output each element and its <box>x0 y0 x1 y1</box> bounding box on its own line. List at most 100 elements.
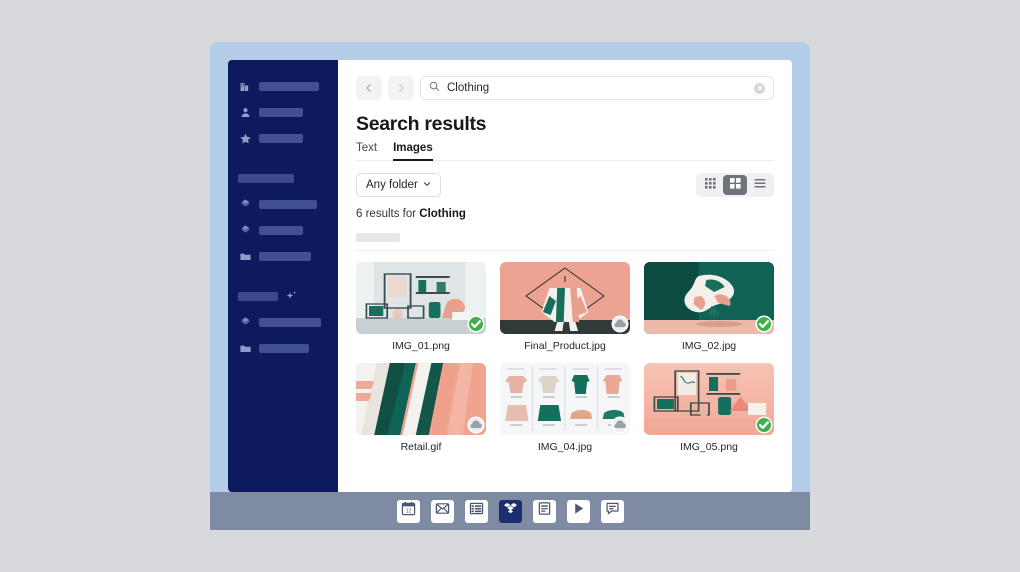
sidebar-item[interactable] <box>238 198 328 211</box>
folder-filter-label: Any folder <box>366 179 418 191</box>
image-result-card[interactable]: IMG_02.jpg <box>644 262 774 352</box>
search-icon <box>429 79 440 97</box>
star-icon <box>238 132 252 146</box>
building-icon <box>238 80 252 94</box>
search-input-value[interactable]: Clothing <box>447 82 747 94</box>
image-thumbnail[interactable] <box>356 262 486 334</box>
video-app[interactable] <box>566 499 590 523</box>
sidebar-item-label-bar <box>259 108 303 117</box>
large-grid-view[interactable] <box>723 175 747 195</box>
view-toggle-group <box>696 173 774 197</box>
image-result-card[interactable]: IMG_04.jpg <box>500 363 630 453</box>
sidebar-item-label-bar <box>259 82 319 91</box>
result-count: 6 results for Clothing <box>356 208 774 220</box>
app-window: Clothing Search results Text Images Any f… <box>228 60 792 492</box>
small-grid-view[interactable] <box>698 175 722 195</box>
page-title: Search results <box>356 113 487 135</box>
image-result-card[interactable]: IMG_01.png <box>356 262 486 352</box>
sidebar-item[interactable] <box>238 224 328 237</box>
check-circle-icon <box>469 317 483 331</box>
cloud-icon <box>469 418 483 432</box>
sidebar-item-label-bar <box>259 134 303 143</box>
sidebar-item-label-bar <box>259 252 311 261</box>
grid-small-icon <box>704 176 716 194</box>
sidebar-item[interactable] <box>238 250 328 263</box>
mail-icon <box>435 501 450 521</box>
calendar-icon: 12 <box>401 501 416 521</box>
docs-app[interactable] <box>532 499 556 523</box>
image-result-card[interactable]: IMG_05.png <box>644 363 774 453</box>
filter-row: Any folder <box>356 173 774 197</box>
cloud-icon <box>613 317 627 331</box>
sidebar-item-label-bar <box>259 344 309 353</box>
dropbox-diamond-icon <box>238 198 252 212</box>
sidebar-item[interactable] <box>238 80 328 93</box>
sidebar <box>228 60 338 492</box>
image-thumbnail[interactable] <box>500 363 630 435</box>
dropbox-diamond-icon <box>238 224 252 238</box>
sidebar-item[interactable] <box>238 132 328 145</box>
tab-text[interactable]: Text <box>356 142 377 160</box>
document-icon <box>537 501 552 521</box>
image-filename: IMG_01.png <box>392 340 450 352</box>
image-filename: IMG_05.png <box>680 441 738 453</box>
chevron-right-icon <box>396 83 406 93</box>
clear-search-icon[interactable] <box>754 82 765 94</box>
cloud-icon <box>613 418 627 432</box>
back-button[interactable] <box>356 76 382 100</box>
image-results-grid: IMG_01.png Final_Product.jpg IMG_02.jpg Ret… <box>356 262 774 453</box>
dock-taskbar: 12 <box>210 492 810 530</box>
image-filename: IMG_04.jpg <box>537 441 593 453</box>
dropbox-diamond-icon <box>238 316 252 330</box>
image-result-card[interactable]: Retail.gif <box>356 363 486 453</box>
chevron-left-icon <box>364 83 374 93</box>
list-view[interactable] <box>748 175 772 195</box>
grid-large-icon <box>729 176 741 194</box>
top-navigation-bar: Clothing <box>356 76 774 100</box>
dropbox-app[interactable] <box>498 499 522 523</box>
result-tabs: Text Images <box>356 142 774 161</box>
image-result-card[interactable]: Final_Product.jpg <box>500 262 630 352</box>
sidebar-group-header-bar <box>238 292 278 301</box>
image-filename: Retail.gif <box>400 441 442 453</box>
folder-filter-dropdown[interactable]: Any folder <box>356 173 441 197</box>
sidebar-item[interactable] <box>238 316 328 329</box>
tasks-app[interactable] <box>464 499 488 523</box>
play-icon <box>571 501 586 521</box>
app-window-frame: Clothing Search results Text Images Any f… <box>210 42 810 492</box>
sidebar-group-header-bar <box>238 174 294 183</box>
image-thumbnail[interactable] <box>356 363 486 435</box>
check-circle-icon <box>757 418 771 432</box>
tab-images[interactable]: Images <box>393 142 433 161</box>
result-count-prefix: 6 results for <box>356 208 420 220</box>
svg-text:12: 12 <box>405 509 411 515</box>
chat-icon <box>605 501 620 521</box>
sidebar-item[interactable] <box>238 106 328 119</box>
calendar-app[interactable]: 12 <box>396 499 420 523</box>
list-icon <box>754 176 766 194</box>
sidebar-item[interactable] <box>238 342 328 355</box>
chat-app[interactable] <box>600 499 624 523</box>
forward-button[interactable] <box>388 76 414 100</box>
loading-placeholder-bar <box>356 233 400 242</box>
image-thumbnail[interactable] <box>644 363 774 435</box>
mail-app[interactable] <box>430 499 454 523</box>
search-field[interactable]: Clothing <box>420 76 774 100</box>
chevron-down-icon <box>423 179 431 191</box>
image-filename: IMG_02.jpg <box>681 340 737 352</box>
folder-icon <box>238 250 252 264</box>
list-grid-icon <box>469 501 484 521</box>
screen: Clothing Search results Text Images Any f… <box>0 0 1020 572</box>
sidebar-item-label-bar <box>259 200 317 209</box>
main-content: Clothing Search results Text Images Any f… <box>338 60 792 492</box>
check-circle-icon <box>757 317 771 331</box>
sidebar-group-header <box>238 290 328 303</box>
section-divider <box>356 250 774 251</box>
image-thumbnail[interactable] <box>644 262 774 334</box>
sidebar-item-label-bar <box>259 226 303 235</box>
dropbox-icon <box>503 501 518 521</box>
image-thumbnail[interactable] <box>500 262 630 334</box>
person-icon <box>238 106 252 120</box>
